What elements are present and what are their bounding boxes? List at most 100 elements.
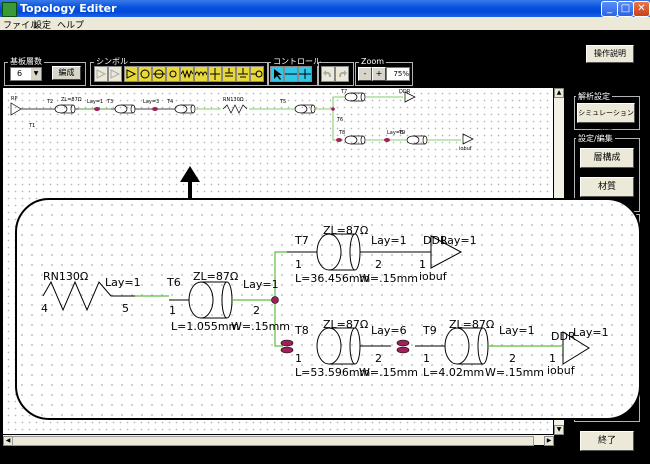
zoom-t6-zl: ZL=87Ω (193, 270, 238, 283)
schematic-overview: RP T1 T2 T3 T4 T5 T6 T7 T8 T9 RN130Ω ZL=… (10, 89, 474, 152)
zoom-t9-name: T9 (422, 324, 437, 337)
zoom-ddr-top-lay: Lay=1 (441, 234, 477, 247)
sym-transmission-line-icon[interactable] (138, 66, 152, 82)
small-driver-label: RP (11, 96, 18, 102)
zoom-rn-pin-left: 4 (41, 302, 48, 315)
zoom-t8-pin1: 1 (295, 352, 302, 365)
close-button[interactable]: ✕ (633, 1, 650, 17)
zoom-t7-lay: Lay=1 (371, 234, 407, 247)
zoom-out-button[interactable]: - (358, 67, 372, 81)
layer-structure-button[interactable]: 層構成 (580, 148, 634, 168)
small-t6-label: T6 (336, 117, 343, 123)
material-button[interactable]: 材質 (580, 177, 634, 197)
undo-icon[interactable] (321, 66, 335, 82)
scroll-right-arrow-icon[interactable]: ▶ (544, 436, 554, 446)
control-label: コントロール (271, 57, 323, 66)
small-t5-label: T5 (279, 99, 286, 105)
maximize-button[interactable]: □ (617, 1, 634, 17)
zoom-ddr-top-type: iobuf (419, 270, 448, 283)
zoom-rn-lay: Lay=1 (105, 276, 141, 289)
sym-junction-icon[interactable] (208, 66, 222, 82)
zoom-t6-name: T6 (166, 276, 181, 289)
edit-button[interactable]: 編成 (52, 66, 81, 80)
zoom-t9-pin2: 2 (509, 352, 516, 365)
zoom-label: Zoom (359, 57, 387, 66)
zoom-t7-width: W=.15mm (359, 272, 418, 285)
menu-settings[interactable]: 設定 (33, 18, 51, 31)
zoom-t7-zl: ZL=87Ω (323, 224, 368, 237)
zoom-ddr-bottom-lay: Lay=1 (573, 326, 609, 339)
edit-label: 設定/編集 (576, 133, 615, 144)
wire-tool-icon[interactable] (284, 66, 298, 82)
small-lay-label: Lay=1 (87, 99, 103, 105)
zoom-t7-pin2: 2 (375, 258, 382, 271)
sym-inductor-icon[interactable] (194, 66, 208, 82)
horizontal-scroll-thumb[interactable] (12, 436, 534, 446)
sym-resistor-icon[interactable] (180, 66, 194, 82)
zoom-t9-pin1: 1 (423, 352, 430, 365)
layers-select[interactable]: 6 ▼ (10, 67, 42, 81)
small-t2-label: T2 (46, 99, 53, 105)
layers-value: 6 (17, 69, 23, 78)
small-lay3-label: Lay=3 (143, 99, 159, 105)
zoom-ddr-bottom-type: iobuf (547, 364, 576, 377)
zoom-t6-length: L=1.055mm (171, 320, 239, 333)
menu-help[interactable]: ヘルプ (57, 18, 84, 31)
minimize-button[interactable]: _ (601, 1, 618, 17)
small-zl-label: ZL=87Ω (61, 97, 82, 103)
zoom-t6-pin1: 1 (169, 304, 176, 317)
zoom-t6-pin2: 2 (253, 304, 260, 317)
select-pointer-icon[interactable] (270, 66, 284, 82)
zoom-t6-lay: Lay=1 (243, 278, 279, 291)
zoomed-schematic: RN130Ω Lay=1 4 5 T6 ZL=87Ω Lay=1 1 2 L=1… (17, 200, 639, 418)
zoom-t9-length: L=4.02mm (423, 366, 484, 379)
small-t8-label: T8 (338, 130, 345, 136)
small-iobuf-label: iobuf (459, 146, 472, 152)
exit-button[interactable]: 終了 (580, 431, 634, 451)
zoom-t9-zl: ZL=87Ω (449, 318, 494, 331)
simulation-settings-button[interactable]: シミュレーション設定 (577, 103, 635, 135)
zoom-rn-label: RN130Ω (43, 270, 88, 283)
redo-icon[interactable] (335, 66, 349, 82)
zoom-callout: RN130Ω Lay=1 4 5 T6 ZL=87Ω Lay=1 1 2 L=1… (15, 198, 641, 420)
zoom-t8-width: W=.15mm (359, 366, 418, 379)
analysis-label: 解析設定 (576, 91, 612, 102)
manual-button[interactable]: 操作説明 (586, 45, 634, 63)
small-t7-label: T7 (340, 89, 347, 95)
sym-buffer-icon[interactable] (124, 66, 138, 82)
scroll-up-arrow-icon[interactable]: ▲ (554, 88, 564, 98)
app-icon (2, 2, 17, 17)
sym-coupled-line-icon[interactable] (152, 66, 166, 82)
zoom-t8-zl: ZL=87Ω (323, 318, 368, 331)
sym-receiver-disabled-icon[interactable] (108, 66, 122, 82)
chevron-down-icon: ▼ (31, 68, 41, 80)
zoom-t6-width: W=.15mm (231, 320, 290, 333)
junction-tool-icon[interactable] (298, 66, 312, 82)
small-t1-label: T1 (28, 123, 35, 129)
zoom-rn-pin-right: 5 (122, 302, 129, 315)
zoom-value[interactable]: 75% (386, 67, 410, 81)
small-t4-label: T4 (166, 99, 173, 105)
layers-label: 基板層数 (8, 57, 44, 66)
zoom-t9-lay: Lay=1 (499, 324, 535, 337)
small-rn-label: RN130Ω (223, 97, 244, 103)
scroll-down-arrow-icon[interactable]: ▼ (554, 425, 564, 435)
zoom-in-button[interactable]: + (372, 67, 386, 81)
zoom-t8-name: T8 (294, 324, 309, 337)
sym-ground-icon[interactable] (236, 66, 250, 82)
menu-bar (0, 17, 650, 30)
driver-symbol (10, 102, 22, 116)
sym-capacitor-icon[interactable] (222, 66, 236, 82)
zoom-t9-width: W=.15mm (485, 366, 544, 379)
symbols-label: シンボル (94, 57, 130, 66)
zoom-t7-name: T7 (294, 234, 309, 247)
sym-terminal-icon[interactable] (250, 66, 264, 82)
zoom-t8-lay: Lay=6 (371, 324, 407, 337)
window-title: Topology Editer (20, 2, 117, 15)
small-ddr-label: DDR (399, 89, 411, 95)
zoom-t8-pin2: 2 (375, 352, 382, 365)
zoom-t7-pin1: 1 (295, 258, 302, 271)
sym-via-icon[interactable] (166, 66, 180, 82)
sym-driver-disabled-icon[interactable] (94, 66, 108, 82)
small-lay6-label: Lay=6 (387, 130, 403, 136)
